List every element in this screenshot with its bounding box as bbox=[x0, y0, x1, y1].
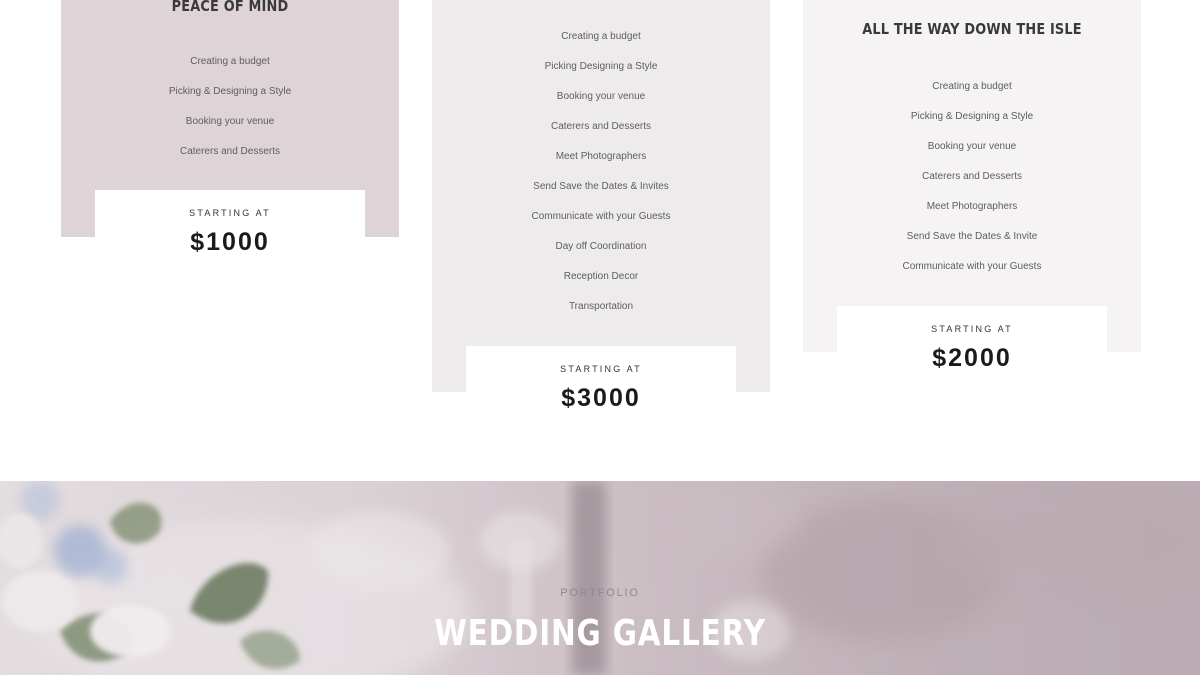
price-box: STARTING AT $3000 bbox=[466, 346, 736, 436]
feature-item: Picking & Designing a Style bbox=[910, 111, 1034, 122]
feature-item: Send Save the Dates & Invites bbox=[533, 181, 669, 192]
feature-item: Caterers and Desserts bbox=[921, 171, 1023, 182]
page: PEACE OF MIND Creating a budget Picking … bbox=[0, 0, 1200, 675]
feature-item: Creating a budget bbox=[561, 31, 641, 42]
price-label: STARTING AT bbox=[189, 208, 271, 218]
feature-item: Creating a budget bbox=[190, 56, 270, 67]
feature-list: Creating a budget Picking & Designing a … bbox=[61, 47, 399, 167]
feature-item: Booking your venue bbox=[927, 141, 1017, 152]
feature-item: Booking your venue bbox=[185, 116, 275, 127]
price-value: $3000 bbox=[561, 384, 641, 412]
feature-item: Creating a budget bbox=[932, 81, 1012, 92]
card-title: ALL THE WAY DOWN THE ISLE bbox=[862, 20, 1082, 38]
feature-item: Booking your venue bbox=[556, 91, 646, 102]
price-value: $1000 bbox=[190, 228, 270, 256]
price-label: STARTING AT bbox=[560, 364, 642, 374]
feature-list: Creating a budget Picking Designing a St… bbox=[432, 22, 770, 322]
section-title: WEDDING GALLERY bbox=[434, 613, 766, 654]
feature-item: Picking & Designing a Style bbox=[168, 86, 292, 97]
feature-item: Reception Decor bbox=[563, 271, 639, 282]
section-kicker: PORTFOLIO bbox=[560, 587, 640, 599]
feature-item: Caterers and Desserts bbox=[179, 146, 281, 157]
feature-item: Communicate with your Guests bbox=[902, 261, 1042, 272]
price-box: STARTING AT $2000 bbox=[837, 306, 1107, 396]
card-title: PEACE OF MIND bbox=[171, 0, 289, 15]
feature-item: Picking Designing a Style bbox=[544, 61, 658, 72]
wedding-gallery-section: PORTFOLIO WEDDING GALLERY bbox=[0, 481, 1200, 675]
feature-item: Transportation bbox=[568, 301, 634, 312]
price-value: $2000 bbox=[932, 344, 1012, 372]
feature-item: Caterers and Desserts bbox=[550, 121, 652, 132]
feature-item: Send Save the Dates & Invite bbox=[906, 231, 1038, 242]
feature-item: Meet Photographers bbox=[926, 201, 1018, 212]
price-box: STARTING AT $1000 bbox=[95, 190, 365, 280]
feature-item: Day off Coordination bbox=[555, 241, 647, 252]
feature-item: Communicate with your Guests bbox=[531, 211, 671, 222]
price-label: STARTING AT bbox=[931, 324, 1013, 334]
feature-list: Creating a budget Picking & Designing a … bbox=[803, 72, 1141, 282]
feature-item: Meet Photographers bbox=[555, 151, 647, 162]
